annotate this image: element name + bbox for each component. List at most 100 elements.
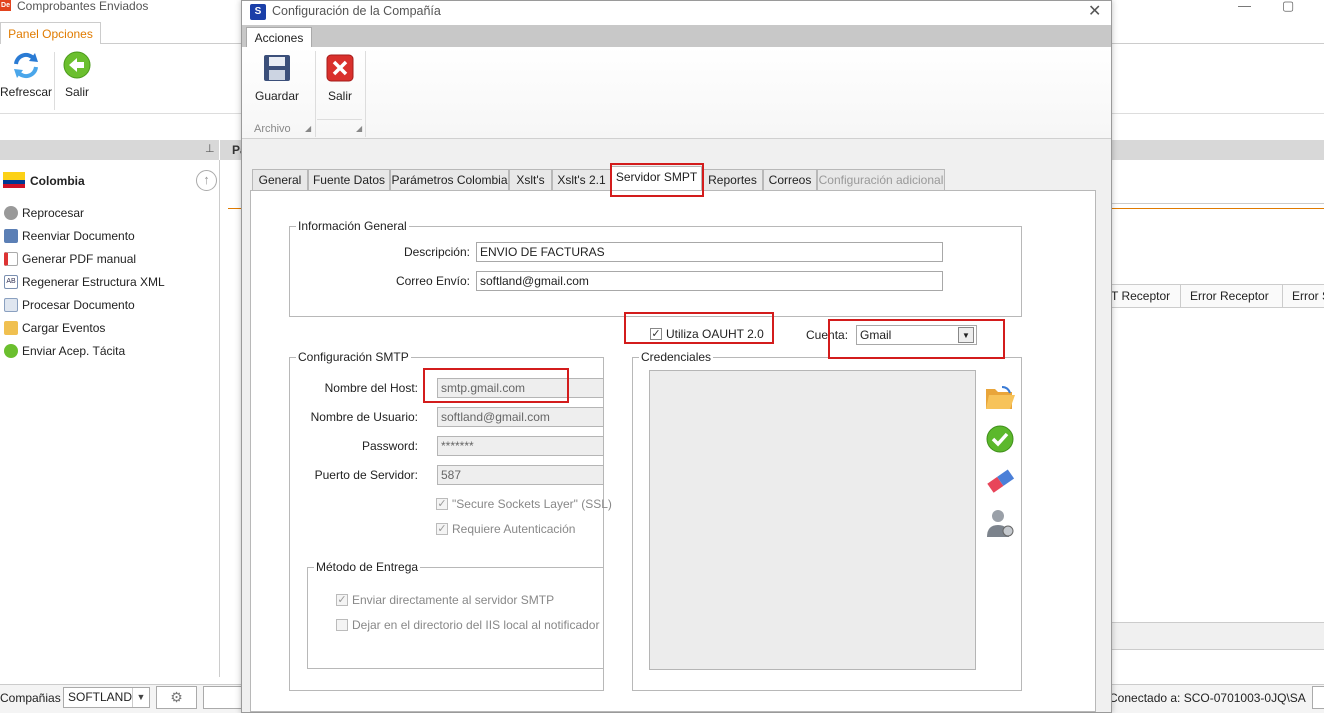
delivery-direct-label: Enviar directamente al servidor SMTP	[352, 593, 555, 607]
open-folder-button[interactable]	[984, 383, 1016, 414]
gear-icon	[4, 206, 18, 220]
nav-item-label: Cargar Eventos	[22, 321, 106, 335]
tab-xslts-21[interactable]: Xslt's 2.1	[552, 169, 611, 191]
delivery-direct-checkbox[interactable]: ✓	[336, 594, 348, 606]
save-label: Guardar	[254, 89, 300, 103]
delivery-method-group: Método de Entrega	[307, 560, 604, 669]
company-label: Compañias	[0, 691, 61, 705]
nav-item-reprocesar[interactable]: Reprocesar	[0, 202, 219, 224]
user-settings-icon	[987, 510, 1014, 537]
group-separator	[315, 51, 316, 137]
refresh-icon	[14, 52, 38, 79]
credentials-textarea[interactable]	[649, 370, 976, 670]
ribbon-separator	[54, 52, 55, 110]
nav-item-reenviar[interactable]: Reenviar Documento	[0, 225, 219, 247]
general-info-legend: Información General	[298, 219, 407, 233]
nav-item-label: Enviar Acep. Tácita	[22, 344, 126, 358]
dialog-exit-label: Salir	[327, 89, 352, 103]
auth-checkbox[interactable]: ✓	[436, 523, 448, 535]
pdf-icon	[4, 252, 18, 266]
gear-icon: ⚙	[170, 689, 183, 705]
pin-icon[interactable]: ⊥	[205, 142, 215, 155]
company-config-dialog: S Configuración de la Compañía ✕ Accione…	[241, 0, 1112, 713]
tab-reportes[interactable]: Reportes	[702, 169, 763, 191]
user-auth-button[interactable]	[985, 507, 1015, 542]
dialog-ribbon: Guardar Salir Archivo ◢ ◢	[242, 47, 1111, 139]
nav-item-generar-pdf[interactable]: Generar PDF manual	[0, 248, 219, 270]
port-label: Puerto de Servidor:	[314, 468, 418, 482]
tab-acciones[interactable]: Acciones	[246, 27, 312, 48]
close-icon[interactable]: ✕	[1088, 1, 1101, 21]
refresh-label: Refrescar	[0, 85, 53, 99]
tab-panel-opciones[interactable]: Panel Opciones	[0, 22, 101, 45]
ssl-checkbox[interactable]: ✓	[436, 498, 448, 510]
tab-xslts[interactable]: Xslt's	[509, 169, 552, 191]
group-launcher-icon[interactable]: ◢	[305, 124, 311, 133]
collapse-up-icon[interactable]: ↑	[196, 170, 217, 191]
main-exit-button[interactable]: Salir	[58, 50, 96, 99]
check-icon	[4, 344, 18, 358]
ssl-label: "Secure Sockets Layer" (SSL)	[452, 497, 612, 511]
smtp-config-legend: Configuración SMTP	[298, 350, 409, 364]
email-input[interactable]: softland@gmail.com	[476, 271, 943, 291]
document-icon	[4, 298, 18, 312]
general-info-group: Información General	[289, 219, 1022, 317]
validate-button[interactable]	[985, 424, 1015, 457]
column-header-t-receptor[interactable]: T Receptor	[1111, 289, 1170, 303]
tab-fuente-datos[interactable]: Fuente Datos	[308, 169, 390, 191]
description-label: Descripción:	[403, 245, 470, 259]
grid-footer	[1111, 622, 1324, 650]
xml-icon: AB	[4, 275, 18, 289]
description-input[interactable]: ENVIO DE FACTURAS	[476, 242, 943, 262]
nav-item-enviar-acep[interactable]: Enviar Acep. Tácita	[0, 340, 219, 362]
nav-item-label: Generar PDF manual	[22, 252, 137, 266]
status-field	[203, 686, 243, 709]
maximize-icon[interactable]: ▢	[1282, 0, 1294, 14]
divider	[1110, 203, 1324, 204]
delivery-iis-checkbox[interactable]	[336, 619, 348, 631]
group-launcher-icon[interactable]: ◢	[356, 124, 362, 133]
delivery-iis-label: Dejar en el directorio del IIS local al …	[352, 618, 600, 632]
connection-status: Conectado a: SCO-0701003-0JQ\SA	[1109, 691, 1306, 705]
column-header-error-s[interactable]: Error S	[1292, 289, 1324, 303]
group-label-archivo: Archivo	[254, 123, 291, 135]
password-label: Password:	[361, 439, 418, 453]
eraser-icon	[987, 469, 1015, 493]
column-header-error-receptor[interactable]: Error Receptor	[1190, 289, 1269, 303]
password-input[interactable]: *******	[437, 436, 604, 456]
back-arrow-icon	[63, 51, 91, 79]
nav-item-procesar[interactable]: Procesar Documento	[0, 294, 219, 316]
user-label: Nombre de Usuario:	[310, 410, 418, 424]
tab-parametros-colombia[interactable]: Parámetros Colombia	[390, 169, 509, 191]
company-select[interactable]: SOFTLAND ▼	[63, 687, 150, 708]
tab-correos[interactable]: Correos	[763, 169, 817, 191]
main-exit-label: Salir	[64, 85, 89, 99]
email-label: Correo Envío:	[395, 274, 470, 288]
nav-item-label: Regenerar Estructura XML	[22, 275, 165, 289]
dialog-ribbon-tabstrip	[242, 25, 1111, 47]
tab-general[interactable]: General	[252, 169, 308, 191]
clear-button[interactable]	[984, 467, 1016, 498]
host-label: Nombre del Host:	[324, 381, 418, 395]
minimize-icon[interactable]: —	[1238, 0, 1251, 13]
save-button[interactable]: Guardar	[252, 53, 302, 103]
nav-item-cargar-eventos[interactable]: Cargar Eventos	[0, 317, 219, 339]
port-input[interactable]: 587	[437, 465, 604, 485]
nav-item-label: Reprocesar	[22, 206, 85, 220]
auth-label: Requiere Autenticación	[452, 522, 576, 536]
delivery-method-legend: Método de Entrega	[316, 560, 419, 574]
nav-item-regenerar-xml[interactable]: AB Regenerar Estructura XML	[0, 271, 219, 293]
refresh-button[interactable]: Refrescar	[0, 50, 52, 99]
main-window-title: Comprobantes Enviados	[17, 0, 149, 13]
tab-configuracion-adicional[interactable]: Configuración adicional	[817, 169, 945, 191]
check-circle-icon	[986, 425, 1014, 453]
settings-gear-button[interactable]: ⚙	[156, 686, 197, 709]
highlight-account	[828, 319, 1005, 359]
nav-item-label: Reenviar Documento	[22, 229, 135, 243]
mail-icon	[4, 229, 18, 243]
user-input[interactable]: softland@gmail.com	[437, 407, 604, 427]
column-divider	[1180, 285, 1181, 307]
dialog-exit-button[interactable]: Salir	[322, 53, 358, 103]
colombia-flag-icon	[3, 172, 25, 188]
highlight-oauth	[624, 312, 774, 344]
